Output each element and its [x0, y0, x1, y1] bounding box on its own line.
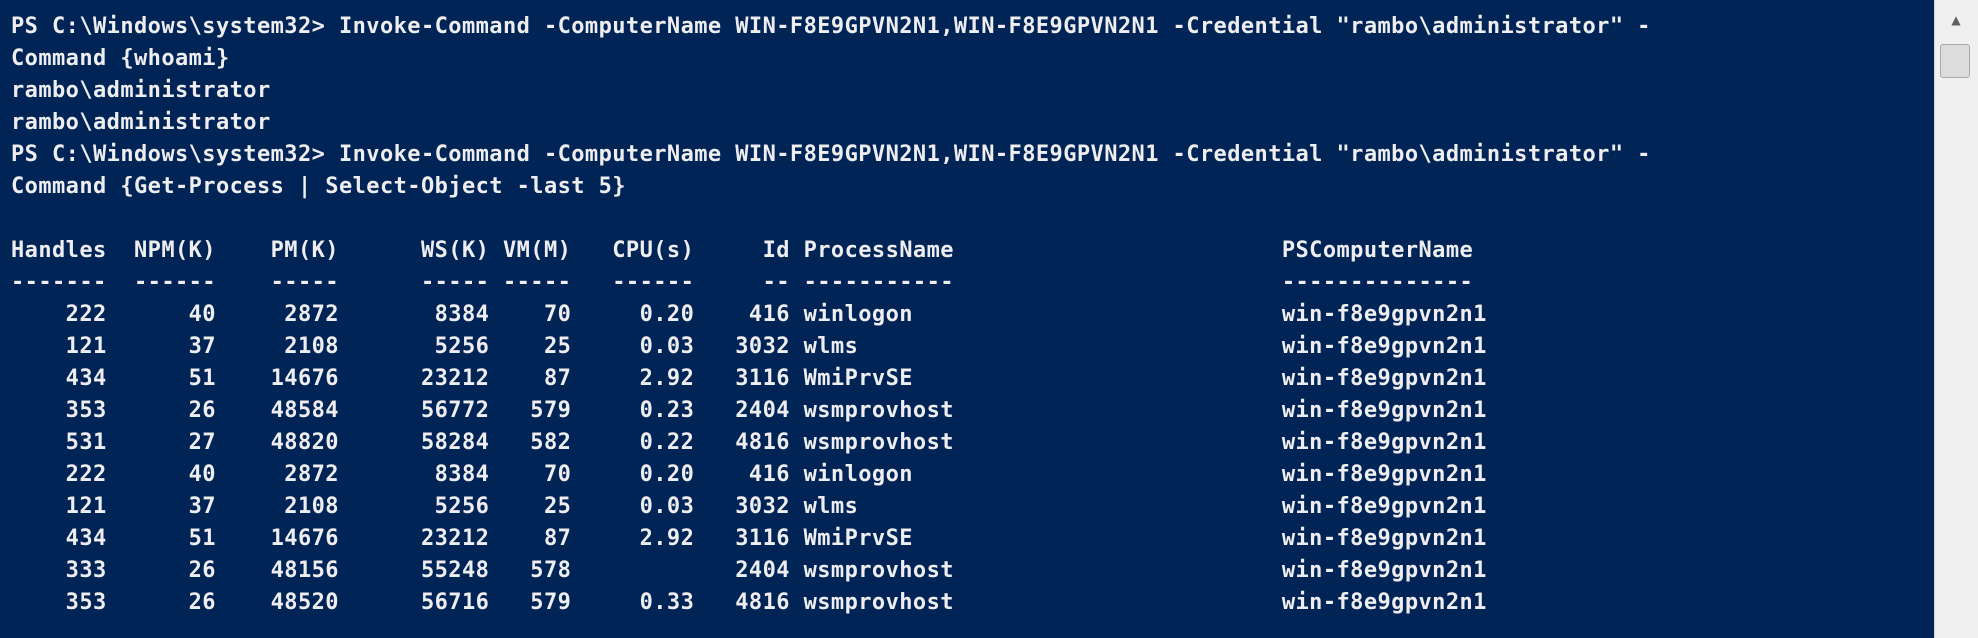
arrow-up-icon: ▲: [1951, 13, 1961, 27]
console-output[interactable]: PS C:\Windows\system32> Invoke-Command -…: [0, 0, 1934, 638]
table-row: 121 37 2108 5256 25 0.03 3032 wlms win-f…: [11, 334, 1487, 359]
table-row: 333 26 48156 55248 578 2404 wsmprovhost …: [11, 558, 1487, 583]
console-line-output-1: rambo\administrator: [11, 78, 271, 103]
table-row: 222 40 2872 8384 70 0.20 416 winlogon wi…: [11, 302, 1487, 327]
table-header-row: Handles NPM(K) PM(K) WS(K) VM(M) CPU(s) …: [11, 238, 1474, 263]
console-line-prompt-2: PS C:\Windows\system32> Invoke-Command -…: [11, 142, 1651, 167]
console-line-output-2: rambo\administrator: [11, 110, 271, 135]
table-row: 353 26 48584 56772 579 0.23 2404 wsmprov…: [11, 398, 1487, 423]
table-separator-row: ------- ------ ----- ----- ----- ------ …: [11, 270, 1474, 295]
table-row: 434 51 14676 23212 87 2.92 3116 WmiPrvSE…: [11, 526, 1487, 551]
console-line-prompt-1: PS C:\Windows\system32> Invoke-Command -…: [11, 14, 1651, 39]
console-line-command-2: Command {Get-Process | Select-Object -la…: [11, 174, 626, 199]
vertical-scrollbar[interactable]: ▲: [1934, 0, 1978, 638]
table-row: 531 27 48820 58284 582 0.22 4816 wsmprov…: [11, 430, 1487, 455]
table-row: 121 37 2108 5256 25 0.03 3032 wlms win-f…: [11, 494, 1487, 519]
powershell-window: PS C:\Windows\system32> Invoke-Command -…: [0, 0, 1978, 638]
console-line-command-1: Command {whoami}: [11, 46, 230, 71]
scroll-up-button[interactable]: ▲: [1939, 4, 1973, 36]
table-row: 353 26 48520 56716 579 0.33 4816 wsmprov…: [11, 590, 1487, 615]
scrollbar-thumb[interactable]: [1940, 44, 1970, 78]
table-row: 434 51 14676 23212 87 2.92 3116 WmiPrvSE…: [11, 366, 1487, 391]
table-row: 222 40 2872 8384 70 0.20 416 winlogon wi…: [11, 462, 1487, 487]
